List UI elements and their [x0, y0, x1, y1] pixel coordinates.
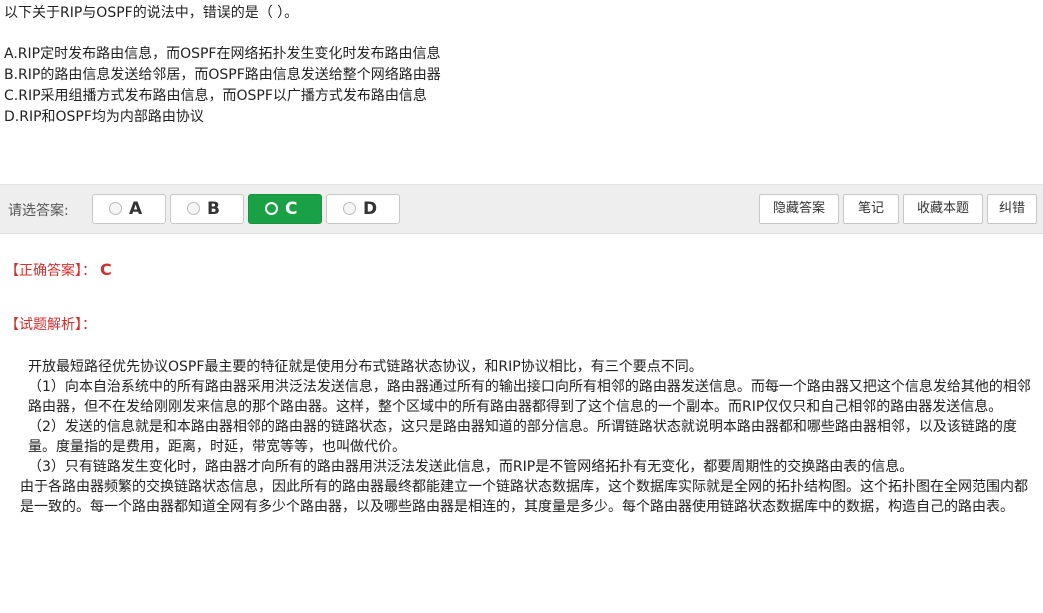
option-a-text: A.RIP定时发布路由信息，而OSPF在网络拓扑发生变化时发布路由信息 [4, 46, 441, 62]
choice-c-button[interactable]: C [248, 194, 322, 224]
analysis-paragraph: （1）向本自治系统中的所有路由器采用洪泛法发送信息，路由器通过所有的输出接口向所… [28, 379, 1031, 415]
choice-label: A [129, 199, 143, 219]
correct-answer-label: 【正确答案】： [5, 263, 96, 279]
choice-label: C [285, 199, 298, 219]
radio-icon [109, 202, 122, 215]
radio-selected-icon [265, 202, 278, 215]
radio-icon [187, 202, 200, 215]
option-list: A.RIP定时发布路由信息，而OSPF在网络拓扑发生变化时发布路由信息 B.RI… [4, 44, 1034, 128]
choice-label: B [207, 199, 220, 219]
analysis-paragraph: （3）只有链路发生变化时，路由器才向所有的路由器用洪泛法发送此信息，而RIP是不… [28, 459, 914, 475]
option-b-text: B.RIP的路由信息发送给邻居，而OSPF路由信息发送给整个网络路由器 [4, 67, 441, 83]
correct-answer-value: C [100, 260, 112, 279]
analysis-text: 开放最短路径优先协议OSPF最主要的特征就是使用分布式链路状态协议，和RIP协议… [20, 357, 1033, 517]
hide-answer-button[interactable]: 隐藏答案 [759, 194, 839, 224]
favorite-question-button[interactable]: 收藏本题 [903, 194, 983, 224]
choice-b-button[interactable]: B [170, 194, 244, 224]
answer-prompt-label: 请选答案: [8, 203, 69, 219]
radio-icon [343, 202, 356, 215]
option-c-text: C.RIP采用组播方式发布路由信息，而OSPF以广播方式发布路由信息 [4, 88, 427, 104]
question-title: 以下关于RIP与OSPF的说法中，错误的是（ ）。 [4, 5, 299, 21]
question-block: 以下关于RIP与OSPF的说法中，错误的是（ ）。 A.RIP定时发布路由信息，… [4, 2, 1034, 128]
choice-label: D [363, 199, 378, 219]
answer-bar: 请选答案: A B C D 隐藏答案 笔记 收藏本题 纠错 [0, 184, 1043, 234]
analysis-paragraph: （2）发送的信息就是和本路由器相邻的路由器的链路状态，这只是路由器知道的部分信息… [28, 419, 1017, 455]
analysis-paragraph: 开放最短路径优先协议OSPF最主要的特征就是使用分布式链路状态协议，和RIP协议… [28, 359, 703, 375]
notes-button[interactable]: 笔记 [843, 194, 899, 224]
choice-a-button[interactable]: A [92, 194, 166, 224]
report-error-button[interactable]: 纠错 [987, 194, 1037, 224]
choice-d-button[interactable]: D [326, 194, 400, 224]
analysis-paragraph: 由于各路由器频繁的交换链路状态信息，因此所有的路由器最终都能建立一个链路状态数据… [20, 479, 1028, 515]
analysis-label: 【试题解析】： [5, 317, 96, 333]
option-d-text: D.RIP和OSPF均为内部路由协议 [4, 109, 204, 125]
correct-answer-line: 【正确答案】： C [5, 260, 112, 280]
